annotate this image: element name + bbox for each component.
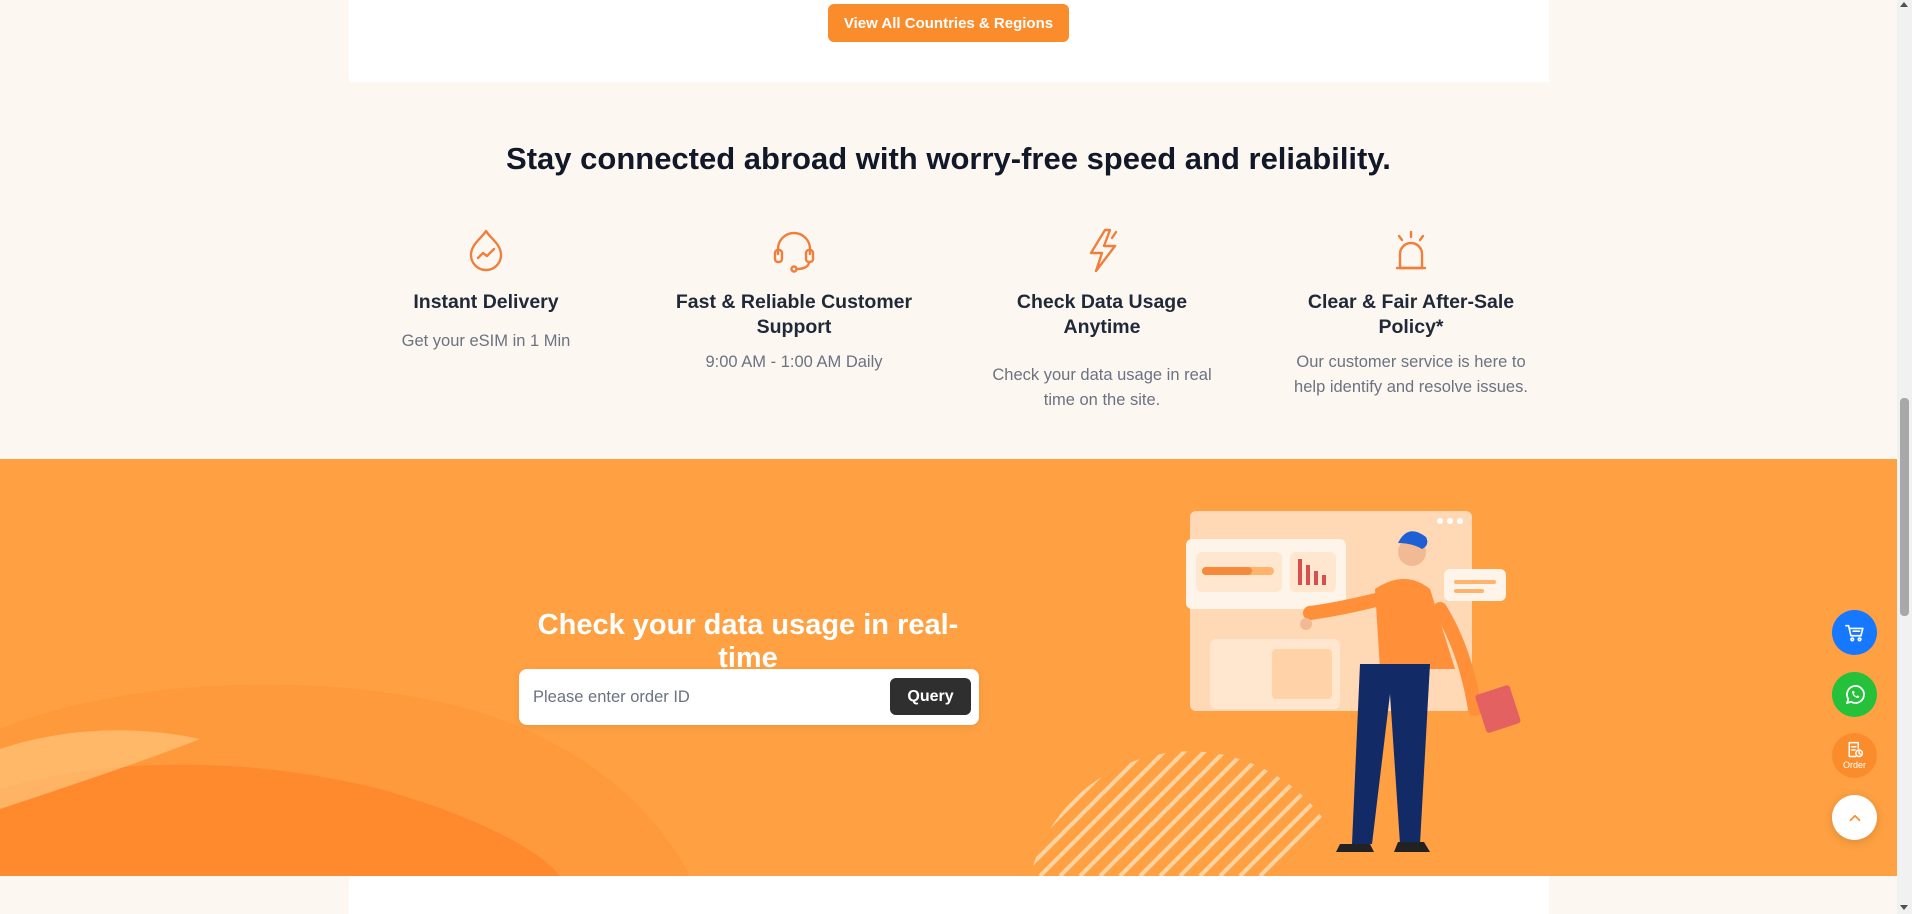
- drop-chart-icon: [469, 229, 503, 272]
- data-usage-banner: Check your data usage in real-time Query: [0, 459, 1897, 876]
- order-button[interactable]: Order: [1832, 733, 1877, 778]
- order-id-input[interactable]: [533, 679, 873, 715]
- headset-icon: [773, 231, 815, 273]
- alarm-bell-icon: [1395, 230, 1427, 270]
- whatsapp-icon: [1845, 684, 1865, 704]
- order-query-form: Query: [519, 669, 979, 725]
- order-icon: [1848, 741, 1863, 758]
- next-section-card: [349, 876, 1549, 914]
- whatsapp-button[interactable]: [1832, 672, 1877, 717]
- back-to-top-button[interactable]: [1832, 795, 1877, 840]
- cart-button[interactable]: [1832, 610, 1877, 655]
- feature-desc: 9:00 AM - 1:00 AM Daily: [705, 353, 883, 371]
- cart-icon: [1844, 624, 1864, 642]
- scroll-down-arrow-icon[interactable]: [1900, 905, 1908, 910]
- feature-customer-support: Fast & Reliable Customer Support 9:00 AM…: [669, 226, 919, 375]
- features-title: Stay connected abroad with worry-free sp…: [506, 141, 1391, 176]
- feature-title: Instant Delivery: [413, 291, 559, 313]
- lightning-icon: [1089, 228, 1118, 273]
- feature-desc: Our customer service is here to help ide…: [1294, 353, 1528, 396]
- query-button[interactable]: Query: [890, 678, 971, 715]
- feature-data-usage: Check Data Usage Anytime Check your data…: [977, 226, 1227, 413]
- feature-title: Clear & Fair After-Sale Policy*: [1307, 291, 1515, 338]
- order-label: Order: [1842, 760, 1866, 770]
- page-scrollbar[interactable]: [1897, 0, 1912, 914]
- data-usage-title: Check your data usage in real-time: [537, 609, 959, 674]
- feature-after-sale: Clear & Fair After-Sale Policy* Our cust…: [1286, 226, 1536, 400]
- feature-desc: Check your data usage in real time on th…: [992, 366, 1212, 409]
- scroll-up-arrow-icon[interactable]: [1900, 2, 1908, 7]
- feature-title: Fast & Reliable Customer Support: [675, 291, 913, 338]
- feature-title: Check Data Usage Anytime: [1016, 291, 1188, 338]
- feature-instant-delivery: Instant Delivery Get your eSIM in 1 Min: [361, 226, 611, 354]
- chevron-up-icon: [1849, 814, 1860, 821]
- view-all-countries-button[interactable]: View All Countries & Regions: [828, 4, 1069, 42]
- scrollbar-thumb[interactable]: [1900, 398, 1909, 616]
- feature-desc: Get your eSIM in 1 Min: [401, 332, 571, 350]
